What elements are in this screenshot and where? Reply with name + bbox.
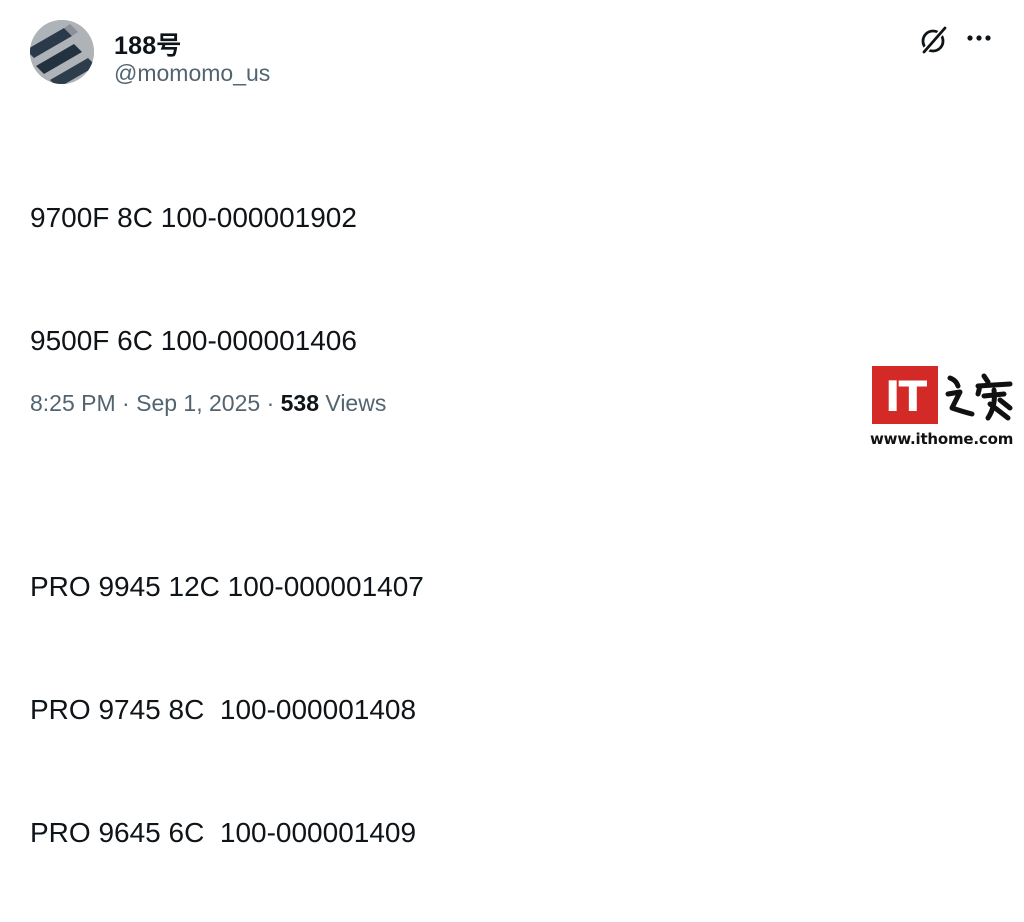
tweet: 188号 @momomo_us 9700F 8C 100-000001902 9… (0, 0, 1024, 848)
ithome-url: www.ithome.com (870, 430, 1014, 448)
tweet-date[interactable]: Sep 1, 2025 (136, 390, 260, 416)
tweet-line (30, 443, 424, 484)
tweet-line: PRO 9645 6C 100-000001409 (30, 817, 417, 848)
meta-separator: · (266, 390, 275, 416)
avatar-image (30, 20, 94, 84)
tweet-line: 9500F 6C 100-000001406 (30, 325, 357, 356)
tweet-line: 9700F 8C 100-000001902 (30, 202, 357, 233)
tweet-line: PRO 9745 8C 100-000001408 (30, 694, 417, 725)
ithome-logo: IT (872, 366, 938, 424)
ithome-logo-text: IT (884, 372, 927, 421)
views-label: Views (325, 390, 387, 416)
views-count: 538 (280, 390, 319, 416)
tweet-text: 9700F 8C 100-000001902 9500F 6C 100-0000… (30, 115, 424, 922)
grok-icon[interactable] (918, 24, 950, 56)
ithome-brand-chars (945, 373, 1013, 421)
more-icon[interactable] (962, 24, 996, 56)
author-handle[interactable]: @momomo_us (114, 60, 270, 87)
tweet-line: PRO 9945 12C 100-000001407 (30, 571, 424, 602)
tweet-meta: 8:25 PM · Sep 1, 2025 · 538 Views (30, 390, 386, 417)
ithome-watermark: IT www.ithome.com (868, 364, 1016, 454)
avatar[interactable] (30, 20, 94, 84)
author-display-name[interactable]: 188号 (114, 26, 182, 62)
tweet-time[interactable]: 8:25 PM (30, 390, 116, 416)
meta-separator: · (122, 390, 130, 416)
